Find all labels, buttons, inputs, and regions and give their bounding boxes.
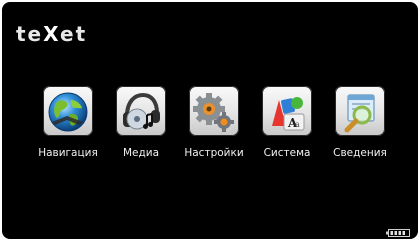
app-settings[interactable]: Настройки (179, 86, 249, 176)
device-screen: teXet Навигация Медиа Настройки A a Сист… (2, 2, 418, 239)
battery-icon (386, 224, 410, 237)
app-label: Сведения (333, 147, 387, 159)
app-launcher: Навигация Медиа Настройки A a Система Св… (33, 86, 403, 176)
app-system[interactable]: A a Система (252, 86, 322, 176)
app-info[interactable]: Сведения (325, 86, 395, 176)
svg-text:a: a (295, 120, 300, 129)
brand-logo: teXet (16, 24, 87, 44)
app-navigation[interactable]: Навигация (33, 86, 103, 176)
globe-icon (43, 86, 93, 136)
logo-text-x: X (43, 22, 61, 46)
headphones-music-icon (116, 86, 166, 136)
logo-text-right: et (60, 22, 88, 46)
app-media[interactable]: Медиа (106, 86, 176, 176)
magnifier-window-icon (335, 86, 385, 136)
logo-text-left: te (16, 22, 44, 46)
system-icon: A a (262, 86, 312, 136)
gears-icon (189, 86, 239, 136)
